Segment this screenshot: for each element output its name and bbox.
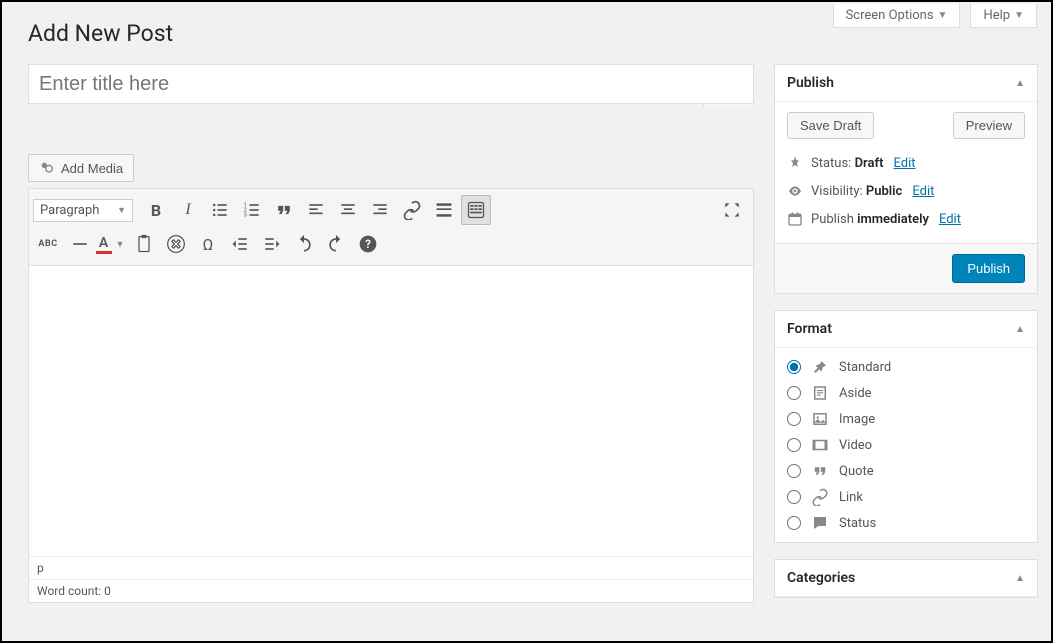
edit-schedule-link[interactable]: Edit bbox=[939, 212, 961, 227]
publish-panel: Publish▲ Save Draft Preview Status: Draf… bbox=[774, 64, 1038, 294]
format-image[interactable]: Image bbox=[787, 410, 1025, 428]
editor-element-path: p bbox=[29, 556, 753, 579]
clear-formatting-button[interactable] bbox=[161, 229, 191, 259]
strikethrough-button[interactable]: ABC bbox=[33, 229, 63, 259]
post-title-input[interactable] bbox=[28, 64, 754, 104]
link-button[interactable] bbox=[397, 195, 427, 225]
numbered-list-button[interactable]: 123 bbox=[237, 195, 267, 225]
format-panel: Format▲ Standard Aside Image Video Quote… bbox=[774, 310, 1038, 543]
help-tab[interactable]: Help▼ bbox=[970, 4, 1037, 28]
undo-button[interactable] bbox=[289, 229, 319, 259]
link-icon bbox=[811, 488, 829, 506]
bulleted-list-button[interactable] bbox=[205, 195, 235, 225]
publish-button[interactable]: Publish bbox=[952, 254, 1025, 283]
text-color-button[interactable]: A▼ bbox=[97, 229, 127, 259]
horizontal-rule-button[interactable] bbox=[65, 229, 95, 259]
chat-icon bbox=[811, 514, 829, 532]
indent-button[interactable] bbox=[257, 229, 287, 259]
chevron-up-icon: ▲ bbox=[1015, 78, 1025, 89]
edit-status-link[interactable]: Edit bbox=[893, 156, 915, 171]
save-draft-button[interactable]: Save Draft bbox=[787, 112, 874, 139]
read-more-button[interactable] bbox=[429, 195, 459, 225]
schedule-line: Publish immediately Edit bbox=[787, 205, 1025, 233]
chevron-down-icon: ▼ bbox=[938, 10, 948, 21]
format-aside[interactable]: Aside bbox=[787, 384, 1025, 402]
screen-options-tab[interactable]: Screen Options▼ bbox=[833, 4, 961, 28]
format-quote[interactable]: Quote bbox=[787, 462, 1025, 480]
chevron-up-icon: ▲ bbox=[1015, 573, 1025, 584]
redo-button[interactable] bbox=[321, 229, 351, 259]
outdent-button[interactable] bbox=[225, 229, 255, 259]
video-icon bbox=[811, 436, 829, 454]
format-link[interactable]: Link bbox=[787, 488, 1025, 506]
chevron-down-icon: ▼ bbox=[117, 205, 126, 216]
toolbar-toggle-button[interactable] bbox=[461, 195, 491, 225]
special-character-button[interactable]: Ω bbox=[193, 229, 223, 259]
publish-panel-toggle[interactable]: Publish▲ bbox=[775, 65, 1037, 102]
align-center-button[interactable] bbox=[333, 195, 363, 225]
categories-panel-toggle[interactable]: Categories▲ bbox=[775, 560, 1037, 597]
add-media-button[interactable]: Add Media bbox=[28, 154, 134, 182]
visibility-line: Visibility: Public Edit bbox=[787, 177, 1025, 205]
status-line: Status: Draft Edit bbox=[787, 149, 1025, 177]
edit-visibility-link[interactable]: Edit bbox=[912, 184, 934, 199]
pin-icon bbox=[787, 155, 803, 171]
paragraph-select[interactable]: Paragraph▼ bbox=[33, 199, 133, 222]
categories-panel: Categories▲ bbox=[774, 559, 1038, 598]
document-icon bbox=[811, 384, 829, 402]
blockquote-button[interactable] bbox=[269, 195, 299, 225]
preview-button[interactable]: Preview bbox=[953, 112, 1025, 139]
bold-button[interactable]: B bbox=[141, 195, 171, 225]
format-panel-toggle[interactable]: Format▲ bbox=[775, 311, 1037, 348]
quote-icon bbox=[811, 462, 829, 480]
chevron-up-icon: ▲ bbox=[1015, 324, 1025, 335]
eye-icon bbox=[787, 183, 803, 199]
editor-content-area[interactable] bbox=[29, 266, 753, 556]
format-video[interactable]: Video bbox=[787, 436, 1025, 454]
italic-button[interactable]: I bbox=[173, 195, 203, 225]
media-icon bbox=[39, 160, 55, 176]
svg-text:3: 3 bbox=[244, 213, 247, 219]
pushpin-icon bbox=[811, 358, 829, 376]
editor-toolbar: Paragraph▼ B I 123 ABC A▼ bbox=[29, 189, 753, 266]
fullscreen-button[interactable] bbox=[717, 195, 747, 225]
paste-text-button[interactable] bbox=[129, 229, 159, 259]
align-right-button[interactable] bbox=[365, 195, 395, 225]
image-icon bbox=[811, 410, 829, 428]
svg-text:?: ? bbox=[365, 237, 371, 251]
help-button[interactable]: ? bbox=[353, 229, 383, 259]
chevron-down-icon: ▼ bbox=[1014, 10, 1024, 21]
calendar-icon bbox=[787, 211, 803, 227]
format-standard[interactable]: Standard bbox=[787, 358, 1025, 376]
chevron-down-icon: ▼ bbox=[112, 239, 129, 250]
word-count: Word count: 0 bbox=[29, 579, 753, 602]
format-status[interactable]: Status bbox=[787, 514, 1025, 532]
align-left-button[interactable] bbox=[301, 195, 331, 225]
